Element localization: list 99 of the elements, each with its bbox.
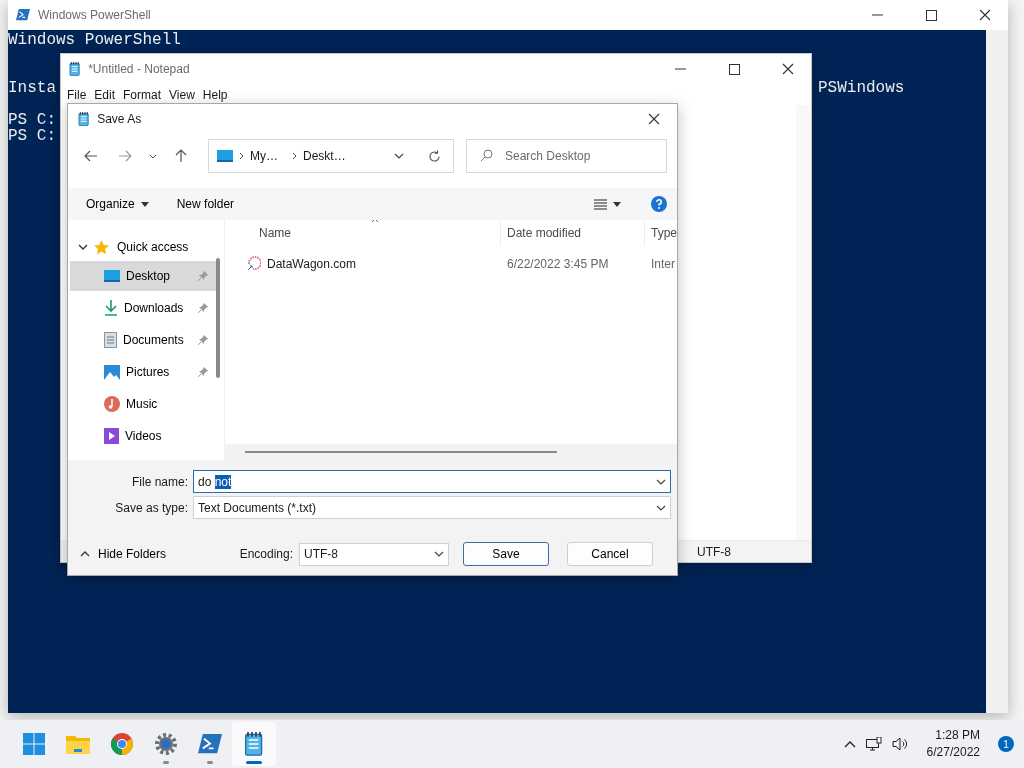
address-bar[interactable]: My… Deskt… [208,139,454,173]
close-icon [782,63,794,75]
menu-item[interactable]: Edit [94,87,122,102]
scrollbar[interactable] [216,258,220,378]
sidebar-item[interactable]: Documents [70,325,216,355]
maximize-icon [728,63,740,75]
notification-badge[interactable]: 1 [998,736,1014,752]
file-name-cell[interactable]: DataWagon.com [247,256,501,272]
maximize-icon [925,9,937,21]
window-title: Windows PowerShell [38,8,152,22]
breadcrumb-item[interactable]: My… [250,149,278,163]
document-icon [104,332,117,348]
chevron-down-icon [78,242,88,252]
quick-access-item[interactable]: Quick access [70,234,216,260]
chevron-down-icon [656,504,666,511]
windows-logo-icon [23,733,45,755]
pin-icon [198,367,208,377]
pin-icon [198,335,208,345]
notepad-icon [69,62,81,76]
notepad-icon [244,732,264,756]
close-icon [979,9,991,21]
chevron-down-icon [149,153,157,159]
sidebar-item[interactable]: Music [70,389,216,419]
save-button[interactable]: Save [463,542,549,566]
chevron-up-icon[interactable] [843,740,856,748]
menu-item[interactable]: View [169,87,201,102]
chevron-down-icon [656,478,666,485]
dialog-title: Save As [97,112,143,126]
menu-item[interactable]: File [67,87,93,102]
field-label: Save as type: [114,500,188,515]
menu-item[interactable]: Format [123,87,168,102]
pin-icon [198,271,208,281]
sidebar-item[interactable]: Downloads [70,293,216,323]
console-text: PSWindows [818,80,905,96]
download-icon [104,300,118,316]
music-icon [104,396,120,412]
internet-shortcut-icon [247,256,261,272]
sidebar-item[interactable]: Desktop [70,261,216,291]
desktop-icon [217,150,233,162]
type-cell-text: Inter [650,257,676,271]
minimize-icon [674,68,686,70]
notepad-icon [78,112,90,126]
close-icon [648,113,660,125]
date-cell-text: 6/22/2022 3:45 PM [506,257,610,271]
settings-icon [154,732,178,756]
chevron-right-icon [239,152,244,160]
organize-button[interactable]: Organize [80,193,155,215]
refresh-icon[interactable] [428,149,441,163]
caret-icon [140,201,149,207]
help-icon[interactable] [651,196,667,212]
console-text: Windows PowerShell [8,32,181,48]
chevron-down-icon [394,153,404,159]
powershell-icon [198,734,222,754]
encoding-dropdown[interactable]: UTF-8 [299,542,449,566]
field-label: File name: [130,474,188,489]
sidebar-item[interactable]: Videos [70,421,216,451]
pin-icon [198,303,208,313]
list-view-icon [594,198,607,210]
arrow-right-icon [118,150,132,162]
window-title: *Untitled - Notepad [88,62,191,76]
powershell-icon [16,9,30,21]
speaker-icon[interactable] [891,737,909,751]
folder-icon [66,734,90,754]
minimize-icon [871,14,883,16]
scrollbar[interactable] [225,444,677,460]
column-header[interactable]: Type [645,220,677,246]
network-icon[interactable] [865,736,882,752]
chevron-up-icon [80,551,90,557]
menu-item[interactable]: Help [202,87,234,102]
hide-folders-button[interactable]: Hide Folders [80,547,167,561]
video-icon [104,428,119,444]
breadcrumb-item[interactable]: Deskt… [303,149,346,163]
taskbar-button[interactable] [232,722,276,766]
new-folder-button[interactable]: New folder [170,193,241,215]
scrollbar[interactable] [986,30,1008,713]
sidebar-item[interactable]: Pictures [70,357,216,387]
arrow-up-icon [175,149,187,163]
field-label: Encoding: [239,547,293,561]
star-icon [94,239,109,255]
clock[interactable]: 1:28 PM 6/27/2022 [918,727,988,761]
arrow-left-icon [84,150,98,162]
desktop-icon [104,269,120,283]
cancel-button[interactable]: Cancel [567,542,653,566]
caret-icon [613,201,621,207]
column-header[interactable]: Date modified [501,220,645,246]
console-text: PS C: [8,128,56,144]
picture-icon [104,364,120,380]
search-field[interactable]: Search Desktop [466,139,667,173]
chevron-down-icon [434,551,444,557]
console-text: Insta [8,80,56,96]
search-icon [480,149,493,162]
column-header[interactable]: Name [225,220,501,246]
file-name-field[interactable]: do not [193,470,671,493]
chevron-right-icon [292,152,297,160]
save-type-dropdown[interactable]: Text Documents (*.txt) [193,496,671,519]
browser-icon [111,733,133,755]
scrollbar[interactable] [796,105,811,540]
console-text: PS C: [8,112,56,128]
encoding-status: UTF-8 [697,544,731,559]
